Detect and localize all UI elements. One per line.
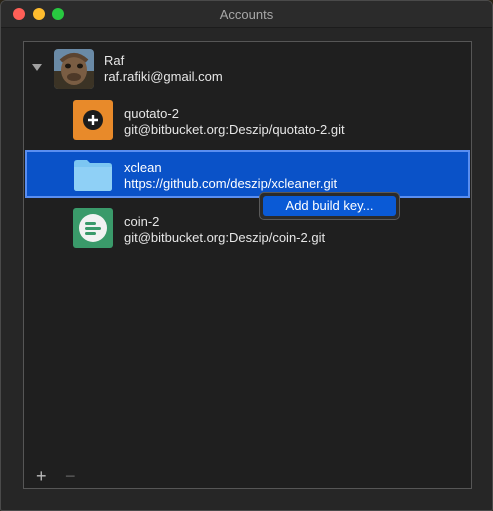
add-build-key-menu-item[interactable]: Add build key... (263, 196, 396, 216)
quotato-app-icon (73, 100, 113, 140)
repo-row-coin-2[interactable]: coin-2 git@bitbucket.org:Deszip/coin-2.g… (25, 204, 470, 252)
repo-name: coin-2 (124, 214, 160, 229)
repo-row-quotato-2[interactable]: quotato-2 git@bitbucket.org:Deszip/quota… (25, 96, 470, 144)
repo-url: git@bitbucket.org:Deszip/quotato-2.git (124, 122, 345, 137)
user-avatar-icon (54, 49, 94, 89)
folder-icon (73, 154, 113, 194)
repo-name: quotato-2 (124, 106, 179, 121)
window-title: Accounts (219, 7, 274, 22)
repo-url: https://github.com/deszip/xcleaner.git (124, 176, 338, 191)
title-bar: Accounts (1, 1, 492, 28)
repo-url: git@bitbucket.org:Deszip/coin-2.git (124, 230, 326, 245)
account-name: Raf (104, 53, 125, 68)
repo-row-xclean[interactable]: xclean https://github.com/deszip/xcleane… (25, 150, 470, 198)
accounts-list: Raf raf.rafiki@gmail.com quotato-2 git@b… (23, 41, 472, 489)
disclosure-triangle-icon[interactable] (32, 64, 42, 71)
repo-name: xclean (124, 160, 162, 175)
add-account-button[interactable]: + (36, 466, 47, 487)
remove-account-button[interactable]: − (65, 466, 76, 487)
accounts-window: Accounts Raf raf.rafiki@gmail.com quotat… (0, 0, 493, 511)
account-email: raf.rafiki@gmail.com (104, 69, 223, 84)
context-menu: Add build key... (259, 192, 400, 220)
coin-app-icon (73, 208, 113, 248)
